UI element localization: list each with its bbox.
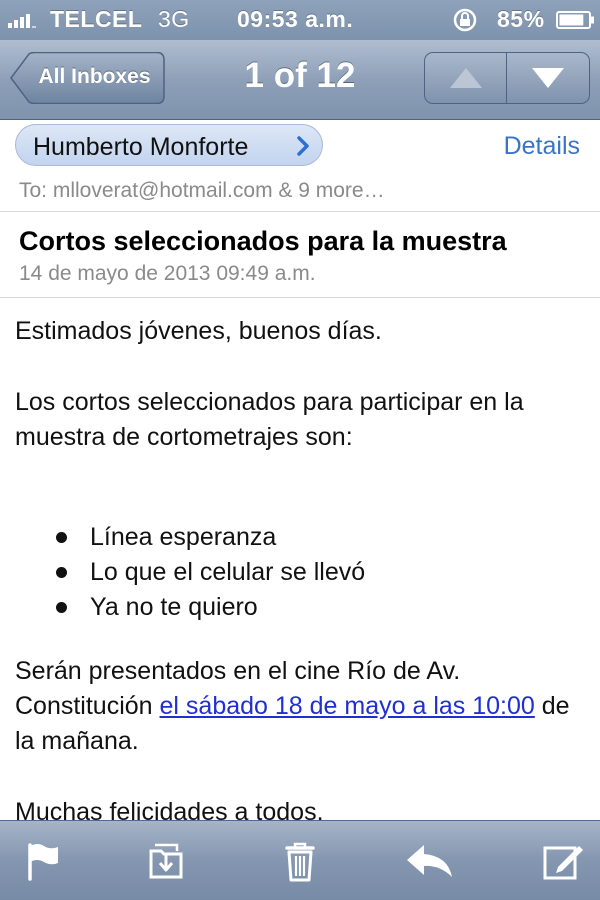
flag-icon: [28, 843, 58, 881]
films-list: Línea esperanza Lo que el celular se lle…: [15, 520, 365, 625]
previous-message-button[interactable]: [425, 53, 507, 103]
compose-button[interactable]: [540, 839, 588, 883]
message-counter: 1 of 12: [244, 56, 356, 95]
closing-paragraph: Muchas felicidades a todos.: [15, 798, 324, 820]
bottom-toolbar: [0, 820, 600, 900]
all-inboxes-button[interactable]: All Inboxes: [10, 52, 165, 104]
sender-name: Humberto Monforte: [33, 133, 249, 161]
list-item: Línea esperanza: [15, 520, 365, 555]
sender-button[interactable]: Humberto Monforte: [15, 124, 323, 166]
move-button[interactable]: [143, 839, 191, 883]
navigation-bar: All Inboxes 1 of 12: [0, 40, 600, 120]
message-navigation-control: [424, 52, 590, 104]
greeting-paragraph: Estimados jóvenes, buenos días.: [15, 317, 382, 345]
trash-button[interactable]: [276, 839, 324, 883]
clock: 09:53 a.m.: [237, 6, 354, 32]
battery-percent: 85%: [497, 6, 545, 32]
arrow-down-icon: [532, 68, 564, 88]
back-button-label: All Inboxes: [38, 65, 151, 88]
reply-icon: [407, 845, 452, 877]
list-item: Lo que el celular se llevó: [15, 555, 365, 590]
recipients-line[interactable]: To: mlloverat@hotmail.com & 9 more…: [19, 179, 385, 203]
message-body: Estimados jóvenes, buenos días. Los cort…: [15, 298, 585, 820]
signal-strength-icon: [8, 14, 36, 28]
chevron-right-icon: [297, 136, 309, 156]
message-date: 14 de mayo de 2013 09:49 a.m.: [19, 262, 316, 285]
trash-icon: [285, 842, 315, 882]
message-subject: Cortos seleccionados para la muestra: [19, 226, 507, 256]
list-item: Ya no te quiero: [15, 590, 365, 625]
venue-paragraph: Serán presentados en el cine Río de Av. …: [15, 654, 585, 759]
arrow-up-icon: [449, 68, 482, 88]
flag-button[interactable]: [20, 839, 68, 883]
compose-icon: [543, 846, 583, 880]
network-label: 3G: [158, 6, 190, 32]
carrier-label: TELCEL: [50, 6, 143, 32]
reply-button[interactable]: [404, 839, 452, 883]
next-message-button[interactable]: [507, 53, 589, 103]
status-bar: TELCEL 3G 09:53 a.m. 85%: [0, 0, 600, 40]
message-header: Humberto Monforte Details To: mlloverat@…: [0, 120, 600, 212]
rotation-lock-icon: [453, 8, 477, 32]
intro-paragraph: Los cortos seleccionados para participar…: [15, 388, 524, 451]
date-link[interactable]: el sábado 18 de mayo a las 10:00: [160, 692, 535, 720]
subject-block: Cortos seleccionados para la muestra 14 …: [0, 212, 600, 298]
details-link[interactable]: Details: [504, 132, 580, 161]
battery-icon: [556, 11, 594, 29]
move-folder-icon: [149, 843, 183, 879]
